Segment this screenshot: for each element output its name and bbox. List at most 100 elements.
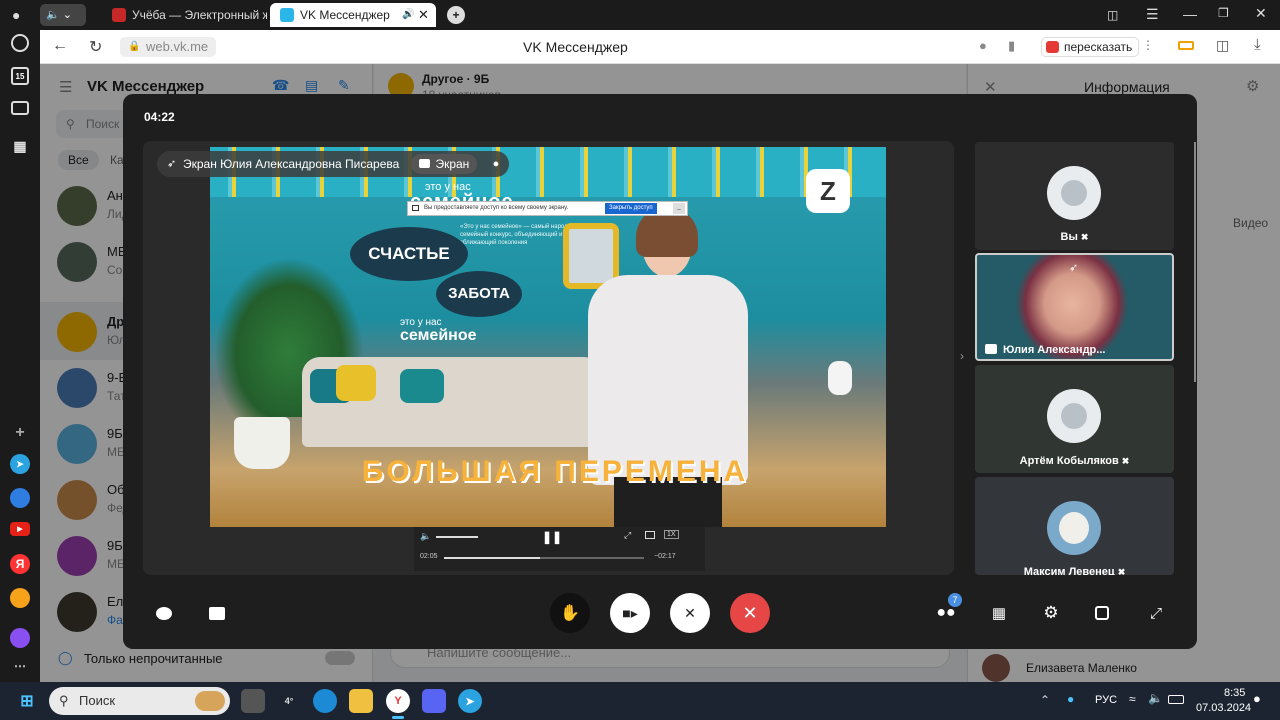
menu-icon[interactable]: ☰	[1146, 6, 1159, 23]
pip-icon[interactable]	[645, 531, 655, 539]
address-bar: ← ↻ 🔒 web.vk.me VK Мессенджер ● ▮ переск…	[40, 30, 1280, 64]
progress-track[interactable]	[444, 557, 644, 559]
tab-audio-button[interactable]: 🔈 ⌄	[40, 4, 86, 26]
notifications-icon[interactable]: ●	[1253, 691, 1261, 706]
clock-time[interactable]: 8:35	[1224, 687, 1245, 699]
weather-text: 4°	[284, 696, 294, 706]
camera-off-icon: ■▸	[622, 604, 638, 621]
weather-widget[interactable]: 4°	[277, 689, 301, 713]
browser-sidebar: 15 ▦ + ➤ ▶ Я ⋯	[0, 30, 40, 682]
share-screen-icon	[209, 606, 225, 620]
history-icon[interactable]	[11, 34, 29, 52]
muted-mic-icon: ✖	[1121, 456, 1130, 466]
fullscreen-icon: ⤢	[1149, 604, 1162, 622]
stop-share-button[interactable]: Закрыть доступ	[605, 203, 657, 214]
yandex-icon[interactable]: Я	[10, 554, 30, 574]
wifi-icon[interactable]: ≈	[1129, 692, 1136, 706]
camera-toggle-button[interactable]: ■▸	[610, 593, 650, 633]
time-current: 02:05	[420, 553, 438, 560]
file-explorer-icon[interactable]	[349, 689, 373, 713]
participants-button[interactable]: ●● 7	[932, 593, 962, 627]
alice-icon[interactable]	[10, 628, 30, 648]
collections-icon[interactable]: ◫	[1107, 8, 1118, 22]
screen-badge: Экран	[411, 154, 478, 174]
youtube-icon[interactable]: ▶	[10, 522, 30, 536]
progress-fill	[444, 557, 540, 559]
call-timer: 04:22	[144, 110, 175, 124]
translate-icon[interactable]: ◫	[1216, 37, 1229, 54]
pause-icon[interactable]: ❚❚	[542, 530, 562, 544]
url-field[interactable]: 🔒 web.vk.me	[120, 37, 216, 57]
profile-icon[interactable]: ●	[12, 7, 26, 23]
tab-vk-label: VK Мессенджер	[300, 8, 390, 22]
vk-tab-icon	[280, 8, 294, 22]
tab-school[interactable]: Учёба — Электронный жу	[102, 3, 267, 27]
call-settings-button[interactable]: ⚙	[1037, 599, 1065, 627]
tab-vk-messenger[interactable]: VK Мессенджер 🔊 ✕	[270, 3, 436, 27]
windows-start-icon[interactable]: ⊞	[15, 689, 39, 713]
restore-icon[interactable]: ❐	[1218, 6, 1229, 20]
participants-count-badge: 7	[948, 593, 962, 607]
discord-icon[interactable]	[422, 689, 446, 713]
music-icon[interactable]	[10, 588, 30, 608]
reload-icon[interactable]: ↻	[89, 37, 102, 57]
yandex-browser-icon[interactable]: Y	[386, 689, 410, 713]
mic-icon[interactable]: ●	[979, 38, 987, 53]
volume-icon[interactable]: 🔈	[420, 531, 431, 542]
apps-grid-icon[interactable]: ▦	[8, 134, 32, 158]
end-call-button[interactable]: ✕	[730, 593, 770, 633]
minimize-icon[interactable]: —	[1183, 6, 1197, 22]
participant-tile-maksim[interactable]: Максим Левенец ✖	[975, 477, 1174, 575]
window-close-icon[interactable]: ✕	[1255, 5, 1267, 22]
tray-chevron-icon[interactable]: ⌃	[1040, 693, 1050, 707]
bookmark-icon[interactable]: ▮	[1008, 38, 1015, 54]
messenger-icon[interactable]	[10, 488, 30, 508]
mic-toggle-button[interactable]: ✕	[670, 593, 710, 633]
participant-tile-artem[interactable]: Артём Кобыляков ✖	[975, 365, 1174, 473]
retell-button[interactable]: пересказать	[1041, 37, 1140, 57]
video-text-line4: семейное	[400, 327, 477, 344]
tiles-scrollbar[interactable]	[1194, 142, 1196, 382]
banner-text: БОЛЬШАЯ ПЕРЕМЕНА	[361, 455, 749, 488]
share-screen-button[interactable]	[203, 599, 231, 627]
new-tab-button[interactable]: +	[447, 6, 465, 24]
taskbar-search[interactable]: ⚲ Поиск	[49, 687, 230, 715]
language-indicator[interactable]: РУС	[1095, 694, 1117, 706]
pin-badge-icon: ➶	[1069, 262, 1079, 274]
calendar-icon[interactable]: 15	[11, 67, 29, 85]
clock-date[interactable]: 07.03.2024	[1196, 702, 1251, 714]
task-view-icon[interactable]	[241, 689, 265, 713]
expand-icon[interactable]: ⤢	[624, 530, 631, 541]
volume-slider[interactable]	[436, 536, 478, 538]
tray-mic-icon[interactable]: ●	[1067, 692, 1074, 706]
participant-tile-you[interactable]: Вы ✖	[975, 142, 1174, 250]
fullscreen-button[interactable]: ⤢	[1142, 599, 1170, 627]
chat-button[interactable]	[150, 599, 178, 627]
share-notice-minimize[interactable]: _	[673, 203, 685, 214]
battery-tray-icon[interactable]	[1168, 695, 1184, 704]
pip-mode-icon	[1095, 606, 1109, 620]
screenshot-icon[interactable]	[11, 101, 29, 115]
downloads-icon[interactable]: ⤓	[1254, 36, 1261, 53]
tab-close-icon[interactable]: ✕	[418, 3, 429, 27]
pillow-teal-2	[400, 369, 444, 403]
raise-hand-button[interactable]: ✋	[550, 593, 590, 633]
user-placeholder-icon	[1047, 166, 1101, 220]
pip-mode-button[interactable]	[1088, 599, 1116, 627]
speed-label[interactable]: 1X	[664, 530, 679, 539]
telegram-icon[interactable]: ➤	[10, 454, 30, 474]
screen-share-icon	[419, 159, 431, 168]
more-options-icon[interactable]: ⋮	[1142, 38, 1154, 52]
volume-tray-icon[interactable]: 🔈	[1148, 691, 1163, 705]
participants-chevron-icon[interactable]: ›	[960, 349, 964, 363]
add-panel-icon[interactable]: +	[8, 421, 32, 445]
participant-tile-yulia[interactable]: ➶ Юлия Александр...	[975, 253, 1174, 361]
grid-layout-button[interactable]: ▦	[985, 599, 1013, 627]
edge-icon[interactable]	[313, 689, 337, 713]
screen-badge-text: Экран	[435, 157, 470, 171]
search-highlight-image	[195, 691, 225, 711]
gear-icon: ⚙	[1043, 603, 1059, 622]
more-icon[interactable]: ⋯	[8, 654, 32, 678]
telegram-taskbar-icon[interactable]: ➤	[458, 689, 482, 713]
back-icon[interactable]: ←	[52, 37, 68, 55]
